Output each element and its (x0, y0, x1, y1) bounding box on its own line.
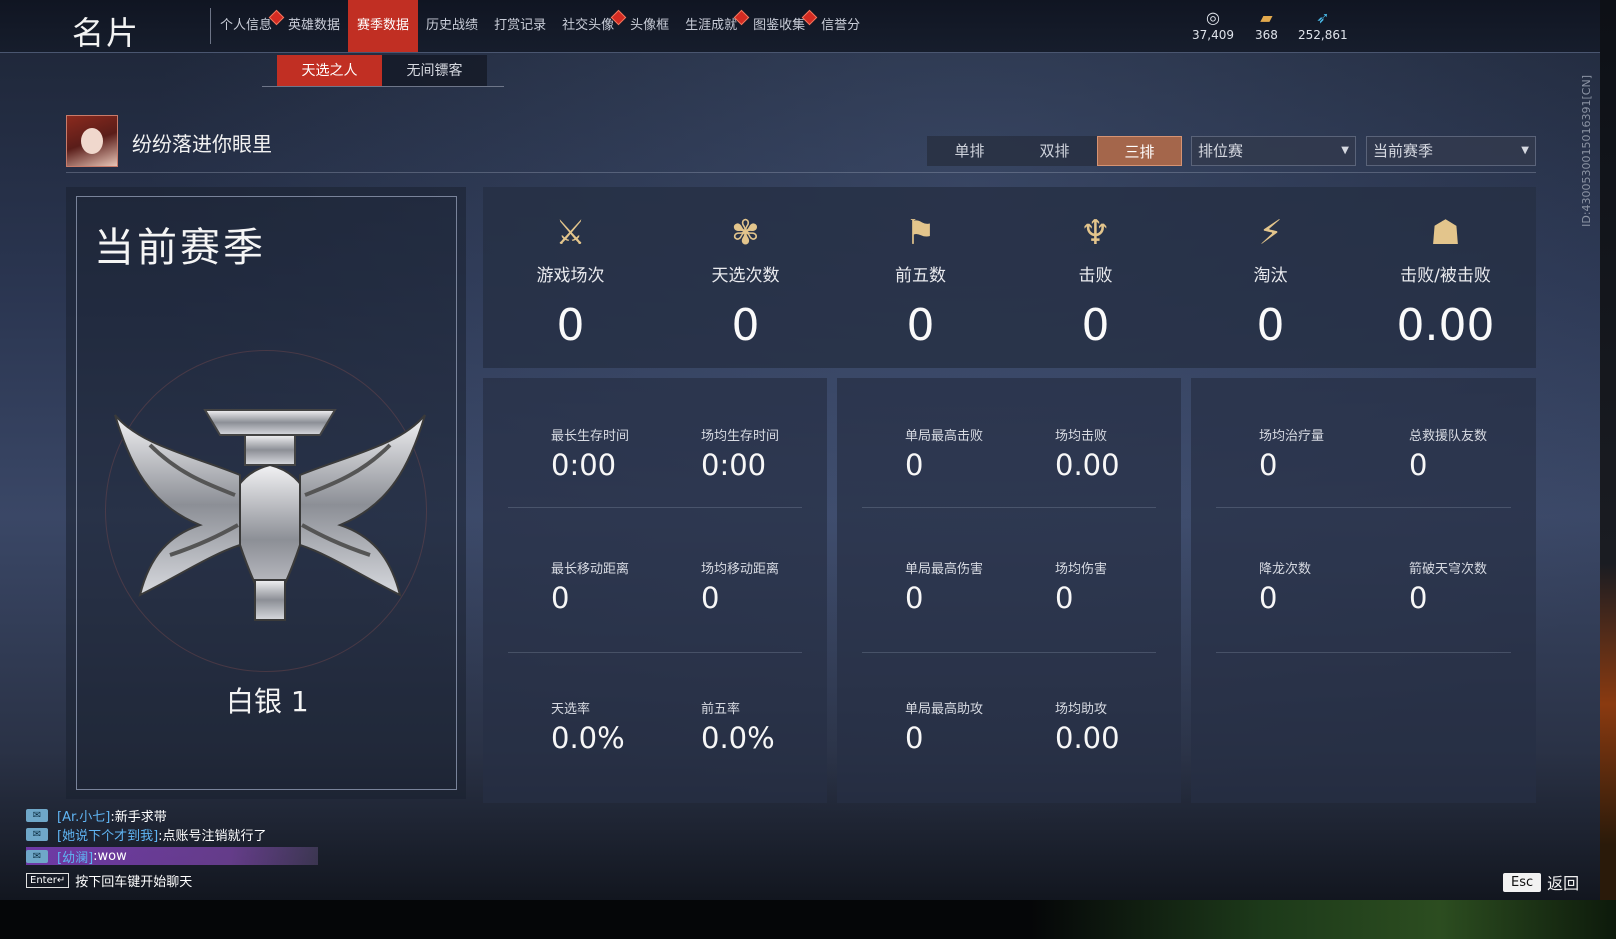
broken-blade-icon: ⚡ (1258, 213, 1283, 253)
stat-max-damage: 单局最高伤害 0 (905, 562, 984, 615)
stat-total-revives: 总救援队友数 0 (1409, 429, 1488, 482)
mode-trio-button[interactable]: 三排 (1097, 136, 1182, 166)
chat-message: ✉ [幼澜] :wow (26, 847, 318, 866)
currency-coins: ◎ 37,409 (1192, 8, 1234, 42)
stat-avg-kills: 场均击败 0.00 (1055, 429, 1120, 482)
stat-avg-survival: 场均生存时间 0:00 (701, 429, 780, 482)
nav-tab-match-history[interactable]: 历史战绩 (418, 0, 486, 52)
currency-feathers: ➶ 252,861 (1298, 8, 1348, 42)
mode-subtabs: 天选之人 无间镖客 (277, 55, 487, 87)
stat-longest-survival: 最长生存时间 0:00 (551, 429, 630, 482)
stat-top-five: ⚑ 前五数 0 (833, 187, 1008, 351)
avatar[interactable] (66, 115, 118, 167)
stat-max-kills: 单局最高击败 0 (905, 429, 984, 482)
main-nav: 个人信息 英雄数据 赛季数据 历史战绩 打赏记录 社交头像 头像框 生涯成就 图… (212, 0, 868, 52)
esc-key-icon: Esc (1503, 872, 1542, 892)
chat-channel-icon: ✉ (26, 808, 48, 822)
divider (1216, 652, 1511, 653)
stat-max-assists: 单局最高助攻 0 (905, 702, 984, 755)
divider (862, 507, 1156, 508)
chat-hint: Enter↵ 按下回车键开始聊天 (26, 871, 192, 890)
nav-tab-tip-records[interactable]: 打赏记录 (486, 0, 554, 52)
stat-kills: ♆ 击败 0 (1008, 187, 1183, 351)
mask-icon: ☗ (1430, 213, 1461, 253)
divider (1216, 507, 1511, 508)
subtab-chosen-one[interactable]: 天选之人 (277, 55, 382, 87)
currency-tickets: ▰ 368 (1255, 8, 1278, 42)
caret-down-icon: ▼ (1521, 145, 1529, 156)
stat-chosen-rate: 天选率 0.0% (551, 702, 625, 755)
enter-key-icon: Enter↵ (26, 872, 70, 888)
chat-message: ✉ [Ar.小七] :新手求带 (26, 806, 167, 825)
crossed-swords-icon: ⚔ (555, 213, 586, 253)
top-bar: 名片 个人信息 英雄数据 赛季数据 历史战绩 打赏记录 社交头像 头像框 生涯成… (0, 0, 1600, 53)
nav-tab-season-data[interactable]: 赛季数据 (348, 0, 419, 52)
stat-dragon-subdue: 降龙次数 0 (1259, 562, 1312, 615)
background-foliage (1030, 900, 1616, 939)
mode-solo-button[interactable]: 单排 (927, 136, 1012, 166)
subtab-divider (262, 86, 504, 87)
nav-tab-credit-score[interactable]: 信誉分 (813, 0, 868, 52)
nav-tab-collection[interactable]: 图鉴收集 (745, 0, 818, 52)
nav-tab-achievements[interactable]: 生涯成就 (677, 0, 750, 52)
coin-icon: ◎ (1206, 8, 1220, 27)
stat-avg-healing: 场均治疗量 0 (1259, 429, 1325, 482)
survival-stats-panel: 最长生存时间 0:00 场均生存时间 0:00 最长移动距离 0 场均移动距离 … (483, 378, 827, 803)
team-mode-selector: 单排 双排 三排 (927, 136, 1182, 166)
stat-chosen-count: ✾ 天选次数 0 (658, 187, 833, 351)
chat-message: ✉ [她说下个才到我] :点账号注销就行了 (26, 825, 267, 844)
player-name: 纷纷落进你眼里 (132, 132, 272, 156)
match-type-dropdown[interactable]: 排位赛 ▼ (1191, 136, 1356, 166)
rank-name: 白银 1 (226, 685, 309, 718)
banner-icon: ⚑ (905, 213, 936, 253)
nav-tab-social-avatar[interactable]: 社交头像 (554, 0, 627, 52)
ticket-icon: ▰ (1260, 8, 1273, 27)
stat-avg-damage: 场均伤害 0 (1055, 562, 1108, 615)
caret-down-icon: ▼ (1341, 145, 1349, 156)
feather-icon: ➶ (1316, 8, 1330, 27)
stat-avg-distance: 场均移动距离 0 (701, 562, 780, 615)
subtab-wujian-escort[interactable]: 无间镖客 (382, 55, 487, 87)
nav-tab-profile[interactable]: 个人信息 (212, 0, 285, 52)
stat-games-played: ⚔ 游戏场次 0 (483, 187, 658, 351)
page-title: 名片 (72, 14, 141, 52)
back-button[interactable]: Esc 返回 (1503, 870, 1579, 894)
divider (508, 507, 802, 508)
nav-tab-hero-data[interactable]: 英雄数据 (280, 0, 348, 52)
divider (66, 172, 1536, 173)
stat-top-five-rate: 前五率 0.0% (701, 702, 775, 755)
nav-tab-avatar-frame[interactable]: 头像框 (622, 0, 677, 52)
chat-channel-icon: ✉ (26, 849, 48, 863)
stat-longest-distance: 最长移动距离 0 (551, 562, 630, 615)
stat-sky-arrow: 箭破天穹次数 0 (1409, 562, 1488, 615)
lotus-icon: ✾ (731, 213, 760, 253)
stat-kd-ratio: ☗ 击败/被击败 0.00 (1358, 187, 1533, 351)
season-title: 当前赛季 (94, 225, 266, 271)
season-dropdown[interactable]: 当前赛季 ▼ (1366, 136, 1536, 166)
divider (862, 652, 1156, 653)
divider (508, 652, 802, 653)
chat-channel-icon: ✉ (26, 827, 48, 841)
stat-eliminations: ⚡ 淘汰 0 (1183, 187, 1358, 351)
stat-avg-assists: 场均助攻 0.00 (1055, 702, 1120, 755)
player-id-text: ID:4300530015016391[CN] (1580, 75, 1593, 227)
silver-rank-emblem-icon (114, 409, 426, 621)
background-edge (1600, 0, 1616, 939)
summary-stats-panel: ⚔ 游戏场次 0 ✾ 天选次数 0 ⚑ 前五数 0 ♆ 击败 0 ⚡ 淘汰 0 … (483, 187, 1536, 368)
nav-divider (210, 8, 211, 44)
combat-stats-panel: 单局最高击败 0 场均击败 0.00 单局最高伤害 0 场均伤害 0 单局最高助… (837, 378, 1181, 803)
support-stats-panel: 场均治疗量 0 总救援队友数 0 降龙次数 0 箭破天穹次数 0 (1191, 378, 1536, 803)
mode-duo-button[interactable]: 双排 (1012, 136, 1097, 166)
trident-icon: ♆ (1080, 213, 1111, 253)
